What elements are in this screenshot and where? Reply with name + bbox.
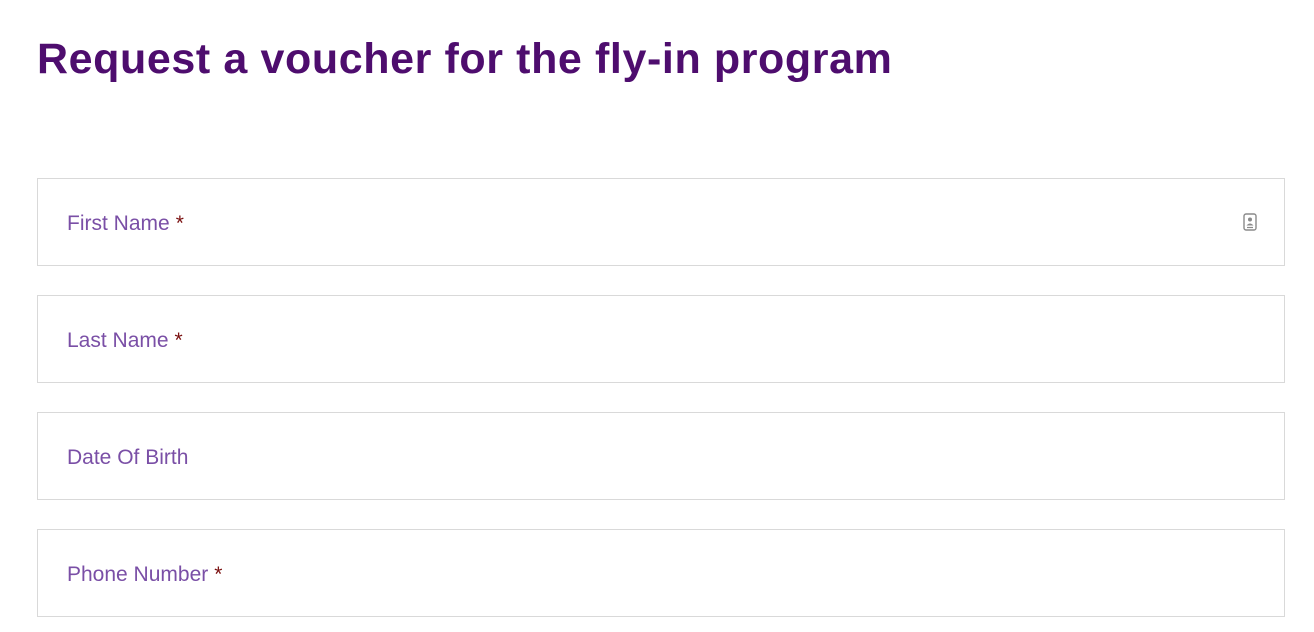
phone-number-input[interactable]: [38, 530, 1284, 616]
contact-card-icon[interactable]: [1243, 213, 1257, 231]
date-of-birth-field[interactable]: Date Of Birth: [37, 412, 1285, 500]
last-name-input[interactable]: [38, 296, 1284, 382]
page-title: Request a voucher for the fly-in program: [37, 35, 893, 83]
last-name-field[interactable]: Last Name *: [37, 295, 1285, 383]
phone-number-field[interactable]: Phone Number *: [37, 529, 1285, 617]
date-of-birth-input[interactable]: [38, 413, 1284, 499]
first-name-field[interactable]: First Name *: [37, 178, 1285, 266]
first-name-input[interactable]: [38, 179, 1284, 265]
voucher-form: First Name * Last Name * Date Of Birth Pho…: [37, 178, 1285, 617]
